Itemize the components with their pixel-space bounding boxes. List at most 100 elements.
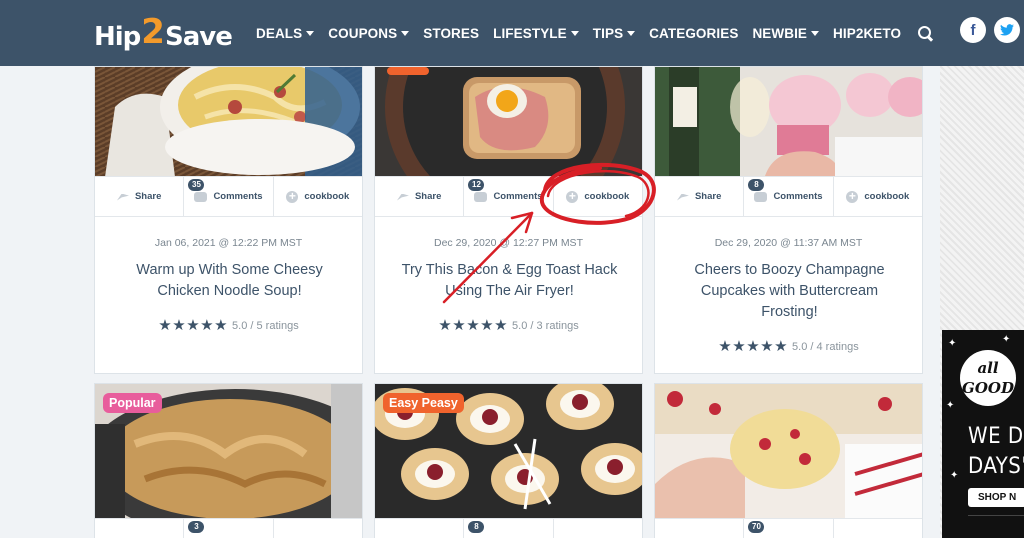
search-icon[interactable] [917,25,933,41]
cookbook-button[interactable] [274,519,362,538]
caret-down-icon [570,30,579,36]
nav-label: NEWBIE [752,25,808,41]
nav-label: STORES [423,25,480,41]
comments-label: Comments [773,191,823,202]
soup-image [95,67,362,177]
nav-label: COUPONS [328,25,398,41]
post-card[interactable]: Share 8 Comments cookbook Dec 29, 2020 @ … [654,66,923,374]
post-rating: ★★★★★ 5.0 / 5 ratings [95,316,362,334]
comment-count-badge: 3 [188,521,205,533]
post-actions: 3 [95,518,362,538]
cookbook-button[interactable] [554,519,642,538]
site-logo[interactable]: Hip 2 Save [94,12,233,52]
logo-text-save: Save [164,22,233,52]
comments-button[interactable]: 12 Comments [464,177,554,216]
post-photo-toast[interactable] [375,67,642,227]
comments-button[interactable]: 8 Comments [744,177,834,216]
rating-text: 5.0 / 5 ratings [232,320,299,332]
ad-logo-line2: GOOD [962,379,1014,397]
plus-circle-icon [846,189,859,203]
nav-coupons[interactable]: COUPONS [328,25,410,41]
easy-peasy-badge: Easy Peasy [383,393,464,413]
cookbook-button[interactable]: cookbook [834,177,922,216]
post-date: Jan 06, 2021 @ 12:22 PM MST [154,237,303,249]
twitter-icon[interactable] [994,17,1020,43]
nav-label: HIP2KETO [833,25,902,41]
share-button[interactable]: Share [375,177,465,216]
post-card[interactable]: 70 [654,383,923,538]
post-actions: 8 [375,518,642,538]
post-title[interactable]: Warm up With Some Cheesy Chicken Noodle … [113,260,346,302]
nav-tips[interactable]: TIPS [592,25,636,41]
share-label: Share [134,191,162,202]
caret-down-icon [627,30,636,36]
facebook-glyph: f [970,21,976,39]
caret-down-icon [401,30,410,36]
share-label: Share [414,191,442,202]
plus-circle-icon [566,189,579,203]
post-card[interactable]: Easy Peasy 8 [374,383,643,538]
comment-count-badge: 12 [468,179,485,191]
star-decoration-icon: ✦ [948,338,957,349]
facebook-icon[interactable]: f [960,17,986,43]
share-button[interactable]: Share [95,177,185,216]
share-button[interactable] [655,519,745,538]
nav-label: TIPS [592,25,624,41]
toast-image [375,67,642,227]
rating-text: 5.0 / 4 ratings [792,341,859,353]
cookbook-button[interactable]: cookbook [274,177,362,216]
post-title[interactable]: Try This Bacon & Egg Toast Hack Using Th… [393,260,626,302]
post-card[interactable]: Popular 3 [94,383,363,538]
nav-label: DEALS [256,25,303,41]
rating-stars-icon: ★★★★★ [718,338,789,355]
post-photo-cupcakes[interactable] [655,67,922,176]
cookbook-button[interactable] [834,519,922,538]
post-card[interactable]: Share 12 Comments cookbook Dec 29, 2020 @… [374,66,643,374]
plus-circle-icon [286,189,299,203]
share-button[interactable] [95,519,185,538]
post-photo-danish[interactable]: Easy Peasy [375,384,642,518]
post-photo-soup[interactable] [95,67,362,177]
comments-button[interactable]: 35 Comments [184,177,274,216]
nav-hip2keto[interactable]: HIP2KETO [833,26,901,41]
ad-headline-2: DAYS' W [968,454,1024,479]
post-photo-pulled-chicken[interactable]: Popular [95,384,362,538]
comment-count-badge: 8 [748,179,765,191]
nav-label: CATEGORIES [649,25,739,41]
comments-button[interactable]: 70 [744,519,834,538]
logo-text-2: 2 [141,12,165,52]
rating-stars-icon: ★★★★★ [438,317,509,334]
main-nav: DEALS COUPONS STORES LIFESTYLE TIPS CATE… [256,0,933,66]
nav-stores[interactable]: STORES [423,26,479,41]
ad-headline: WE DO DAYS' W [968,422,1024,482]
cupcakes-image [655,67,922,176]
share-button[interactable]: Share [655,177,745,216]
star-decoration-icon: ✦ [1002,334,1011,345]
comment-icon [754,191,768,202]
ad-shop-button[interactable]: SHOP N [968,488,1024,507]
nav-newbie[interactable]: NEWBIE [752,25,820,41]
cookbook-button[interactable]: cookbook [554,177,642,216]
comment-icon [194,191,208,202]
post-card[interactable]: Share 35 Comments cookbook Jan 06, 2021 @… [94,66,363,374]
comments-button[interactable]: 8 [464,519,554,538]
nav-label: LIFESTYLE [493,25,567,41]
popular-badge: Popular [103,393,162,413]
share-button[interactable] [375,519,465,538]
rating-stars-icon: ★★★★★ [158,317,229,334]
post-photo-cranberry-bread[interactable] [655,384,922,518]
comments-button[interactable]: 3 [184,519,274,538]
star-decoration-icon: ✦ [946,400,955,411]
share-icon [117,191,129,203]
ad-fine-print [968,515,1024,529]
ad-brand-logo: all GOOD [960,350,1016,406]
nav-deals[interactable]: DEALS [256,25,315,41]
ad-headline-1: WE DO [968,424,1024,449]
nav-categories[interactable]: CATEGORIES [649,26,738,41]
top-navigation-bar: Hip 2 Save DEALS COUPONS STORES LIFESTYLE … [0,0,1024,66]
advertisement-banner[interactable]: ✦ ✦ ✦ ✦ all GOOD WE DO DAYS' W SHOP N [942,330,1024,538]
nav-lifestyle[interactable]: LIFESTYLE [493,26,579,41]
cookbook-label: cookbook [584,191,630,202]
post-title[interactable]: Cheers to Boozy Champagne Cupcakes with … [673,260,906,323]
ad-logo-line1: all [977,359,999,377]
